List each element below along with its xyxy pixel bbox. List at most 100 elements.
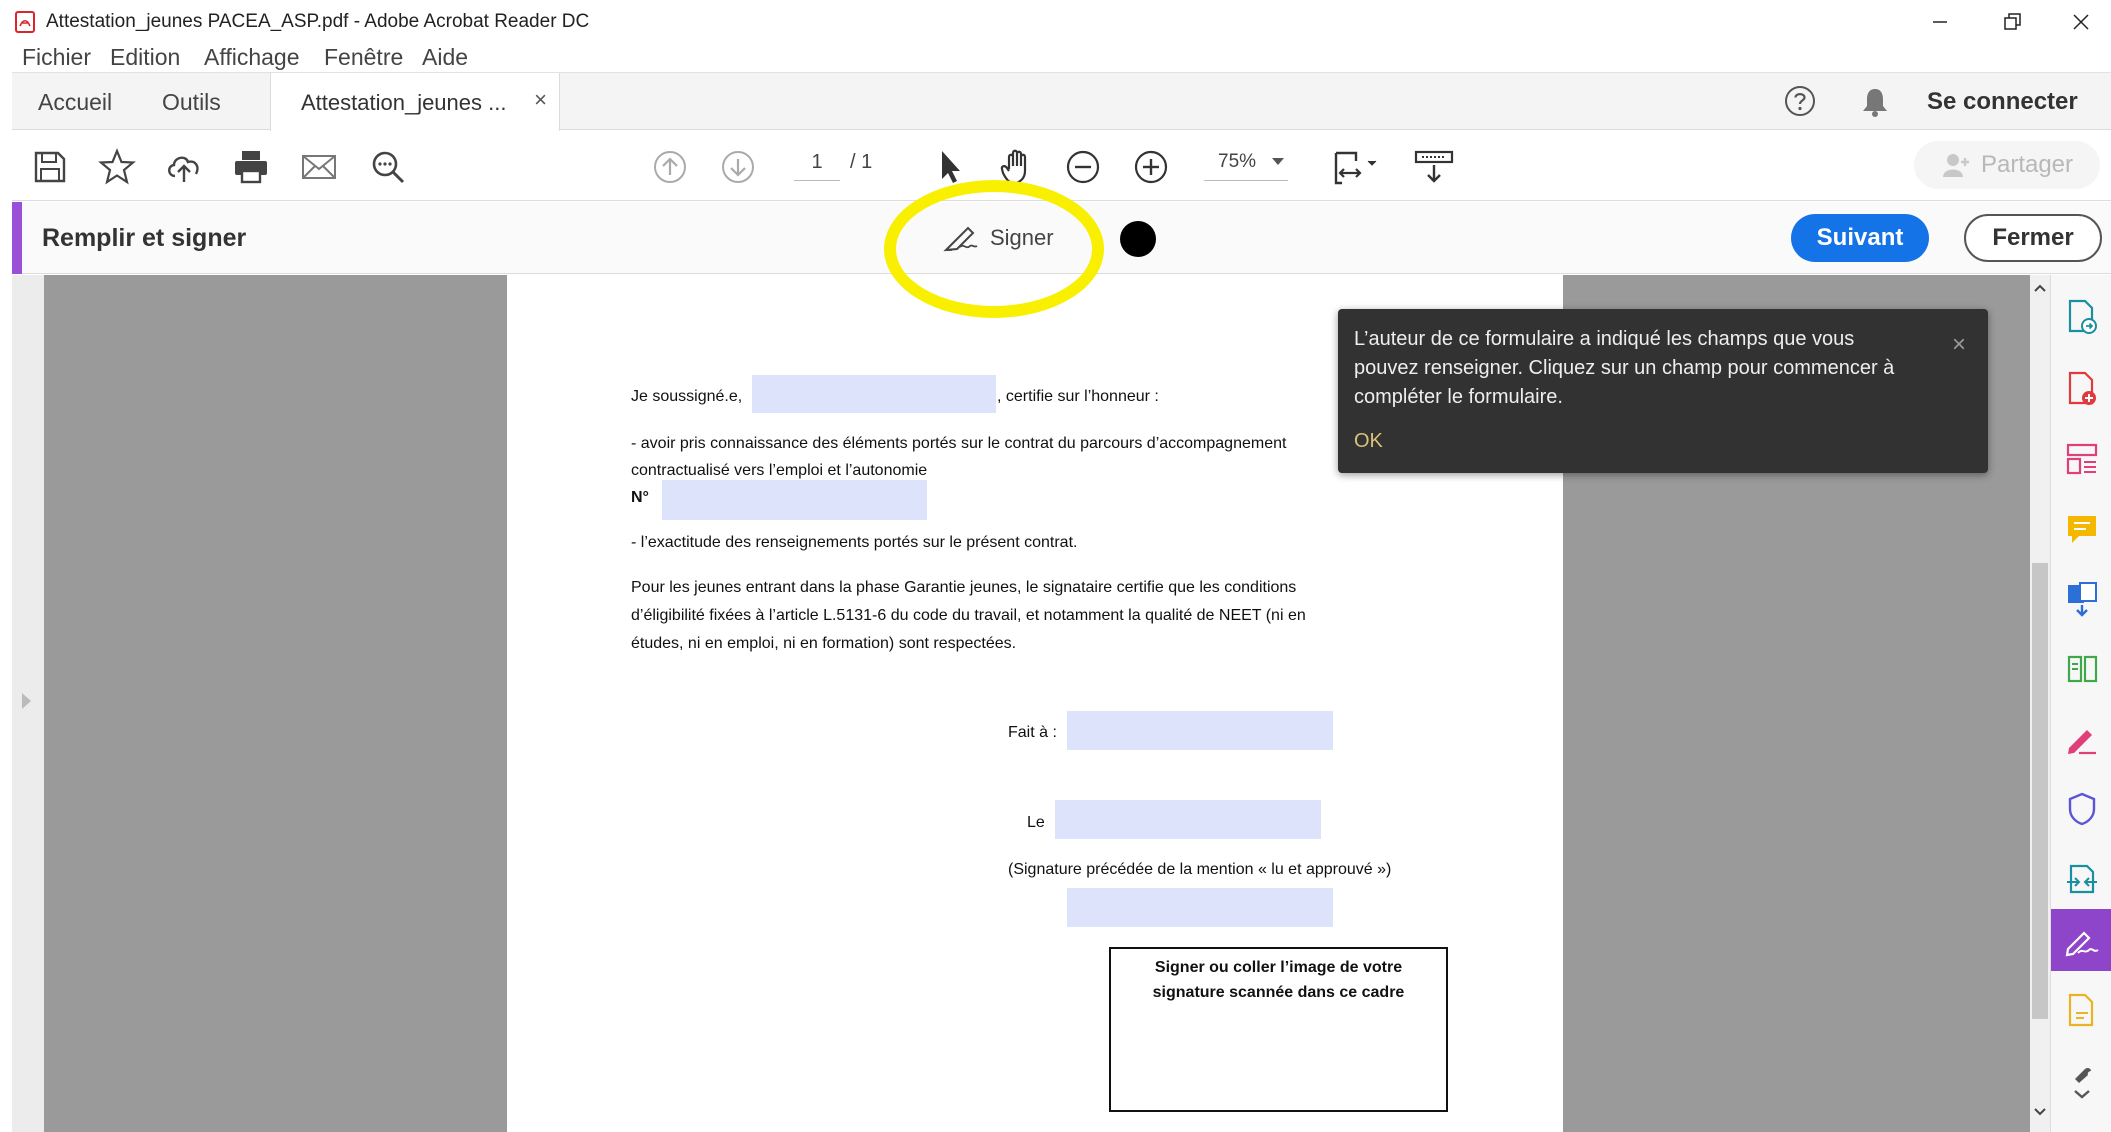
zoom-chevron-down-icon[interactable] [1272,158,1284,165]
page-number-input[interactable]: 1 [794,151,840,181]
doc-fait-a-label: Fait à : [1008,724,1057,741]
menu-aide[interactable]: Aide [422,44,468,71]
doc-para-line2: d’éligibilité fixées à l’article L.5131-… [631,607,1306,624]
help-icon[interactable] [1784,85,1816,117]
export-pdf-icon [2068,299,2097,334]
minimize-icon [1933,21,1947,23]
tooltip-message: L’auteur de ce formulaire a indiqué les … [1354,328,1895,408]
zoom-search-icon[interactable] [368,147,408,187]
send-for-signature-icon [2068,993,2093,1027]
bookmark-star-icon[interactable] [97,147,137,187]
combine-files-tool[interactable] [2051,569,2111,629]
menu-fenetre[interactable]: Fenêtre [324,44,403,71]
main-toolbar: 1 / 1 75% Partager [12,131,2111,201]
comment-icon [2067,516,2096,543]
window-title: Attestation_jeunes PACEA_ASP.pdf - Adobe… [46,11,590,32]
sigbox-line2: signature scannée dans ce cadre [1152,984,1405,1001]
form-fields-tooltip: L’auteur de ce formulaire a indiqué les … [1338,309,1988,473]
more-tools-icon [2073,1067,2091,1099]
tab-bar: Accueil Outils Attestation_jeunes ... × … [12,72,2111,131]
fill-sign-accent-bar [12,202,22,274]
page-total: / 1 [850,151,873,173]
restore-button[interactable] [1983,0,2043,44]
protect-tool[interactable] [2051,779,2111,839]
menu-edition[interactable]: Edition [110,44,180,71]
tooltip-close-icon[interactable]: × [1952,331,1966,359]
next-page-icon[interactable] [718,147,758,187]
notifications-bell-icon[interactable] [1860,86,1890,118]
expand-arrow-icon [22,693,31,709]
menu-fichier[interactable]: Fichier [22,44,91,71]
cloud-upload-icon[interactable] [164,147,204,187]
doc-bullet2: - l’exactitude des renseignements portés… [631,534,1078,551]
minimize-button[interactable] [1910,0,1970,44]
scroll-down-chevron-icon[interactable] [2033,1107,2047,1117]
create-pdf-icon [2068,371,2096,405]
edit-pdf-icon [2066,443,2097,475]
tab-home[interactable]: Accueil [38,73,112,131]
fit-page-icon[interactable] [1330,147,1380,187]
more-tools[interactable] [2051,1053,2111,1113]
fill-sign-pen-icon [2067,730,2096,755]
scroll-up-chevron-icon[interactable] [2033,283,2047,293]
tooltip-ok-button[interactable]: OK [1354,430,1383,453]
ink-color-swatch[interactable] [1120,221,1156,257]
organize-pages-tool[interactable] [2051,639,2111,699]
tab-close-icon[interactable]: × [534,87,547,113]
doc-para-line3: études, ni en emploi, ni en formation) s… [631,635,1017,652]
scrollbar-thumb[interactable] [2032,563,2048,1019]
create-pdf-tool[interactable] [2051,359,2111,419]
signature-box[interactable]: Signer ou coller l’image de votre signat… [1109,947,1448,1112]
tab-document-label: Attestation_jeunes ... [301,90,507,115]
tab-tools[interactable]: Outils [162,73,221,131]
name-field[interactable] [752,375,996,413]
doc-bullet1-line1: - avoir pris connaissance des éléments p… [631,435,1287,452]
previous-page-icon[interactable] [650,147,690,187]
protect-icon [2068,792,2095,826]
left-panel-toggle[interactable] [12,275,44,1132]
menu-affichage[interactable]: Affichage [204,44,299,71]
send-for-review-icon [2066,864,2097,894]
share-button[interactable]: Partager [1914,141,2100,189]
share-button-label: Partager [1980,151,2074,178]
send-for-review-tool[interactable] [2051,849,2111,909]
sigbox-line1: Signer ou coller l’image de votre [1154,959,1403,976]
sign-in-link[interactable]: Se connecter [1927,88,2078,116]
date-field[interactable] [1055,800,1321,839]
vertical-scrollbar[interactable] [2030,275,2050,1132]
close-fill-sign-button[interactable]: Fermer [1964,214,2102,262]
add-user-icon [1942,154,1969,177]
doc-number-label: N° [631,489,649,506]
highlight-ellipse [884,180,1104,318]
doc-le-label: Le [1027,814,1045,831]
print-icon[interactable] [231,147,271,187]
contract-number-field[interactable] [662,480,927,520]
restore-icon [2004,13,2021,30]
zoom-out-icon[interactable] [1063,147,1103,187]
fill-sign-active-tool[interactable] [2051,909,2111,971]
comment-tool[interactable] [2051,499,2111,559]
zoom-level-dropdown[interactable]: 75% [1204,151,1288,181]
select-cursor-icon[interactable] [930,147,970,187]
right-tools-panel [2050,275,2111,1132]
acrobat-app-icon [15,11,35,33]
combine-files-icon [2067,582,2097,617]
save-icon[interactable] [30,147,70,187]
scroll-mode-icon[interactable] [1412,147,1456,187]
fill-sign-pen-tool[interactable] [2051,709,2111,769]
edit-pdf-tool[interactable] [2051,429,2111,489]
close-icon [2073,14,2089,30]
send-for-signature-tool[interactable] [2051,981,2111,1041]
doc-line-soussigne: Je soussigné.e, [631,388,743,405]
doc-line-certifie: , certifie sur l’honneur : [997,388,1159,405]
next-button[interactable]: Suivant [1791,214,1929,262]
read-approved-field[interactable] [1067,888,1333,927]
place-field[interactable] [1067,711,1333,750]
export-pdf-tool[interactable] [2051,287,2111,347]
zoom-in-icon[interactable] [1131,147,1171,187]
close-window-button[interactable] [2051,0,2111,44]
email-icon[interactable] [299,147,339,187]
tab-document[interactable]: Attestation_jeunes ... × [270,73,560,131]
fill-sign-active-icon [2065,931,2099,957]
title-bar: Attestation_jeunes PACEA_ASP.pdf - Adobe… [0,0,2111,44]
